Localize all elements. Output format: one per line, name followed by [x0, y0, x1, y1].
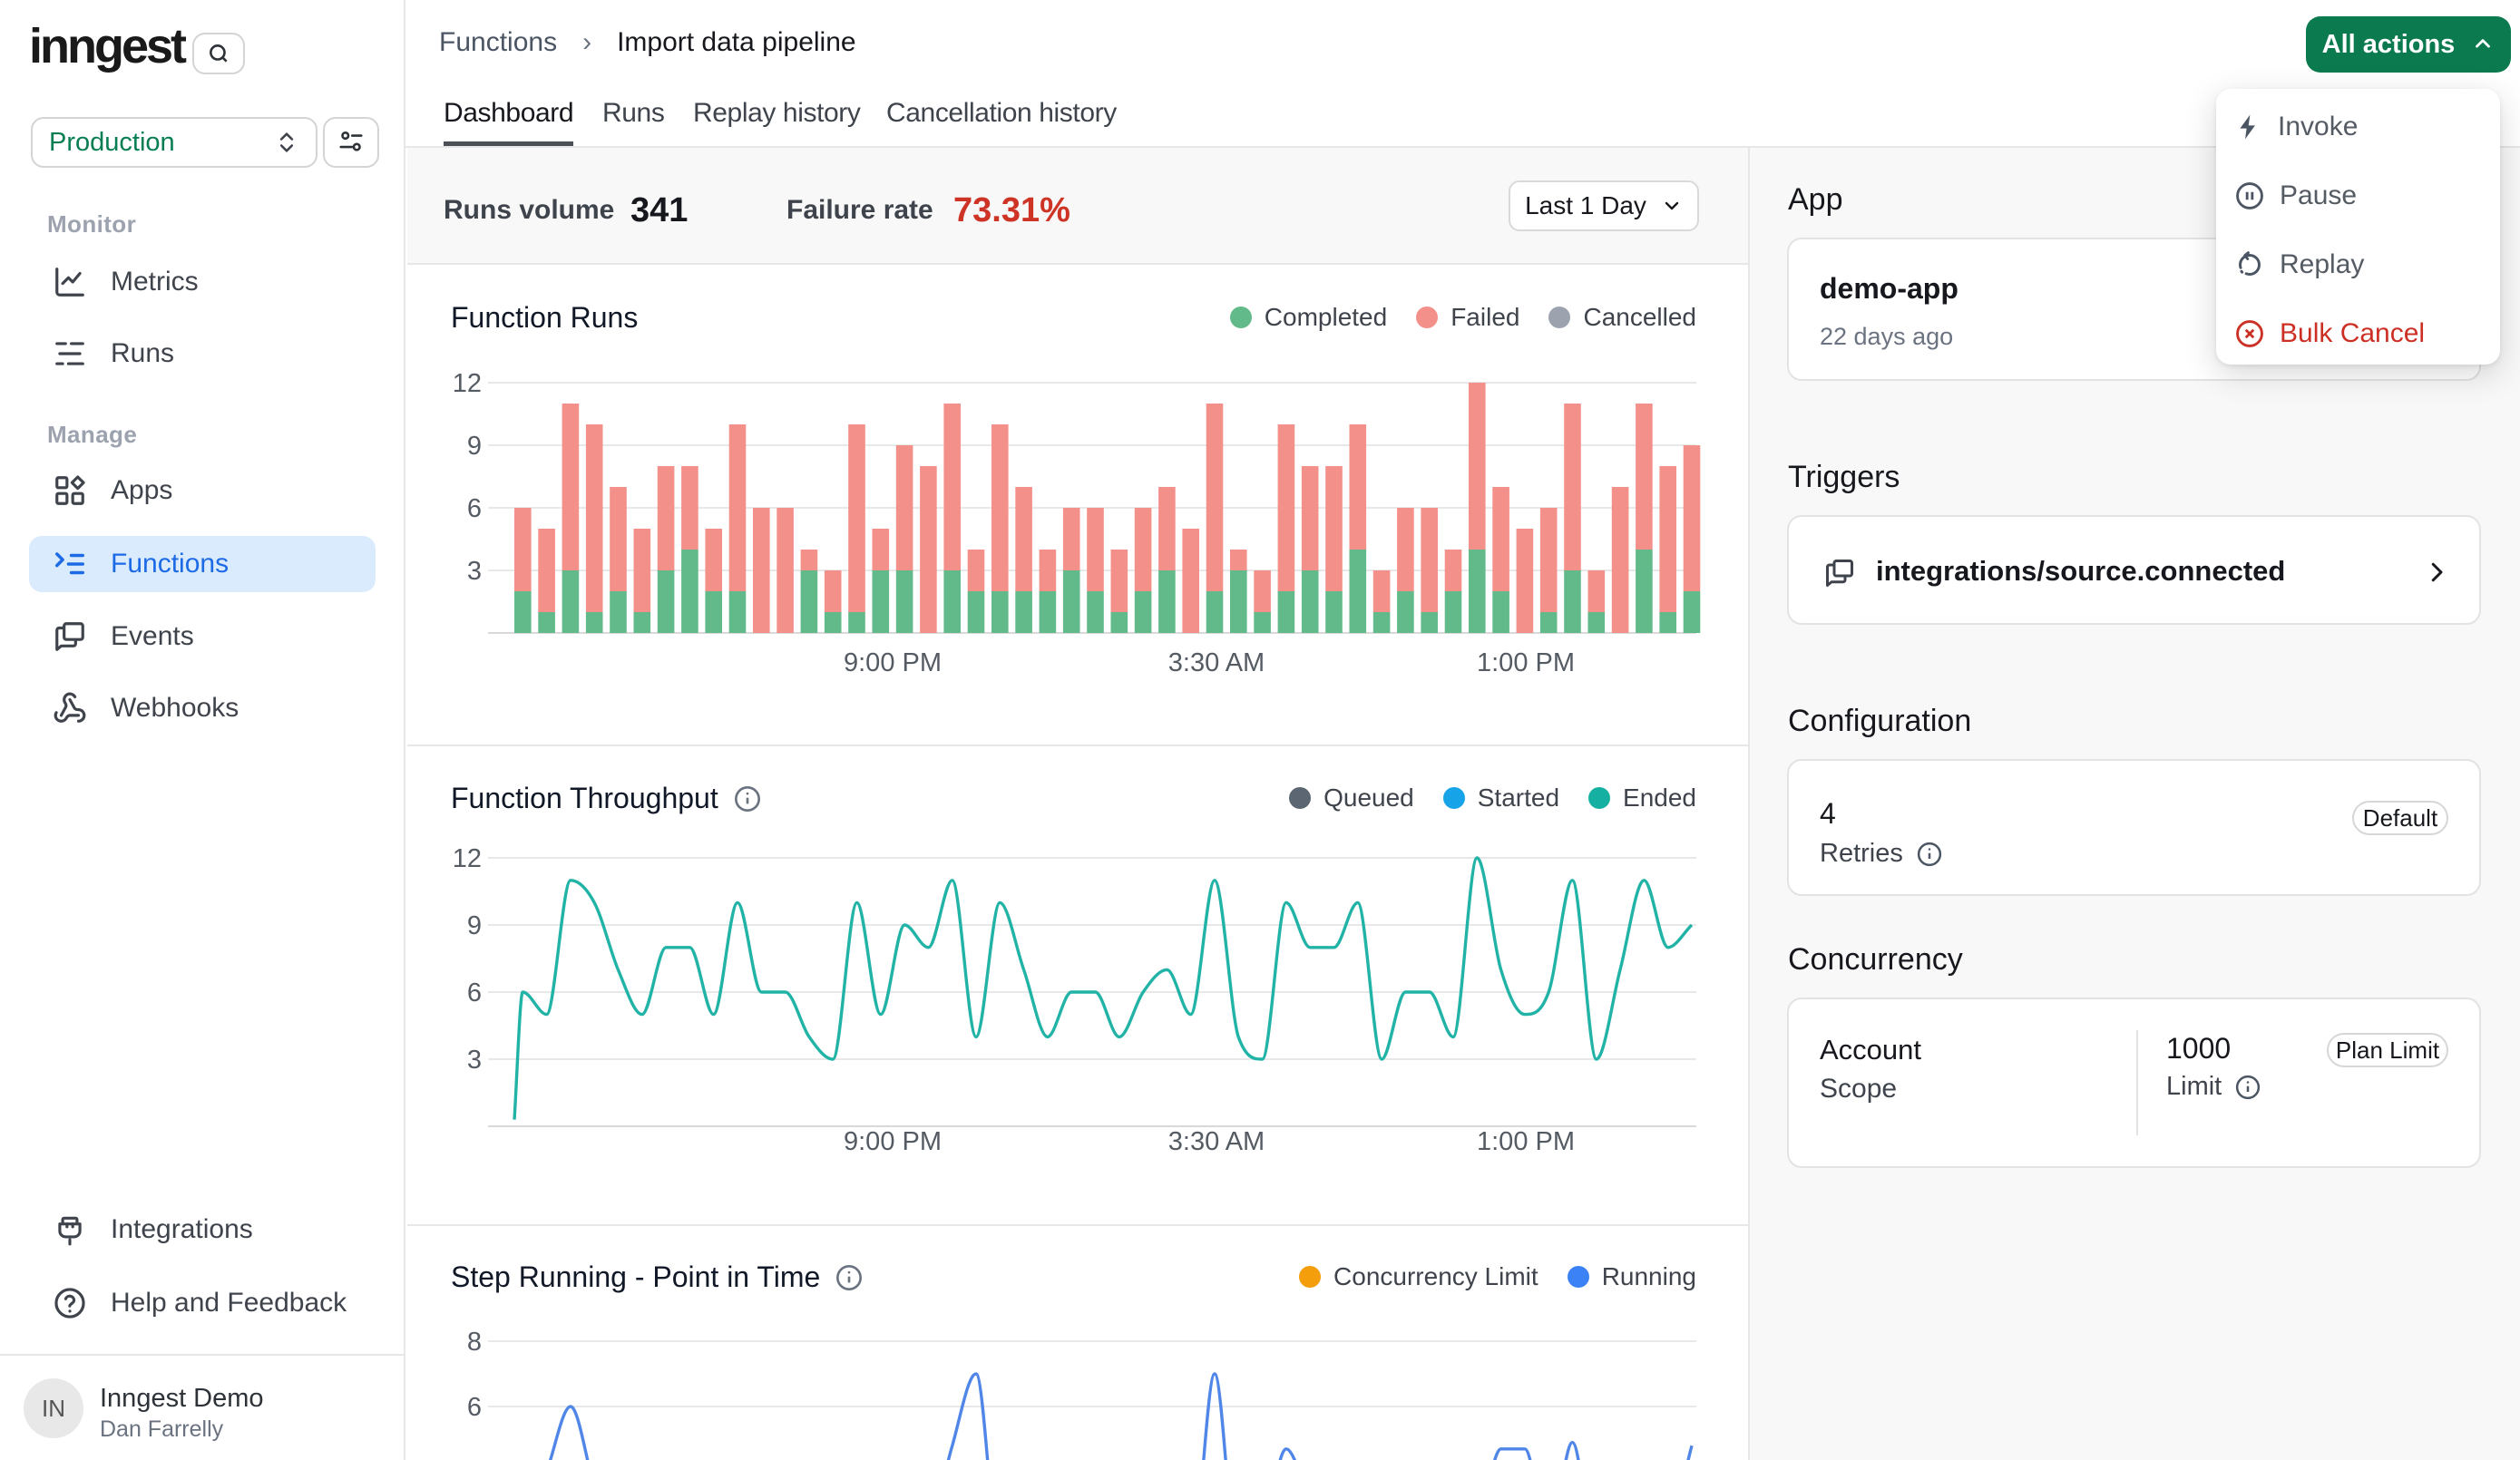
svg-text:9: 9: [467, 911, 482, 940]
svg-text:8: 8: [467, 1328, 482, 1357]
svg-text:6: 6: [467, 1393, 482, 1422]
svg-text:9: 9: [467, 432, 482, 461]
svg-text:1:00 PM: 1:00 PM: [1477, 648, 1575, 677]
svg-text:12: 12: [453, 844, 482, 873]
svg-text:9:00 PM: 9:00 PM: [844, 648, 942, 677]
svg-text:3:30 AM: 3:30 AM: [1168, 648, 1265, 677]
svg-text:3: 3: [467, 557, 482, 586]
svg-text:3: 3: [467, 1046, 482, 1075]
svg-text:6: 6: [467, 978, 482, 1007]
svg-text:12: 12: [453, 369, 482, 398]
svg-text:6: 6: [467, 494, 482, 523]
svg-text:9:00 PM: 9:00 PM: [844, 1127, 942, 1156]
svg-text:1:00 PM: 1:00 PM: [1477, 1127, 1575, 1156]
svg-text:3:30 AM: 3:30 AM: [1168, 1127, 1265, 1156]
